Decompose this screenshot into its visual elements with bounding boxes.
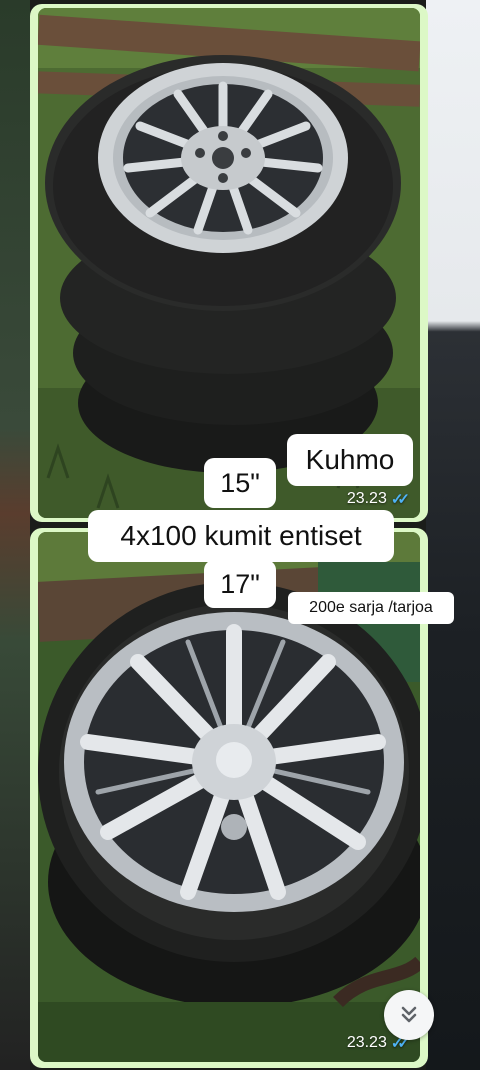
background-edge-right [426,0,480,1070]
price-text: 200e sarja /tarjoa [309,599,433,616]
timestamp-text: 23.23 [346,1034,387,1051]
size-small-text: 15" [220,467,260,498]
background-edge-left [0,0,30,1070]
timestamp-text: 23.23 [346,490,387,507]
chevron-double-down-icon [401,1006,417,1023]
size-large-text: 17" [220,568,260,599]
bolt-pattern-text: 4x100 kumit entiset [120,520,362,551]
overlay-label-size-small: 15" [204,458,276,508]
overlay-label-bolt-pattern: 4x100 kumit entiset [88,510,394,562]
double-check-icon: ✓✓ [390,491,410,508]
message-timestamp: 23.23 ✓✓ [346,1034,410,1052]
scroll-to-bottom-button[interactable] [384,990,434,1040]
overlay-label-brand: Kuhmo [287,434,413,486]
message-timestamp: 23.23 ✓✓ [346,490,410,508]
overlay-label-price: 200e sarja /tarjoa [288,592,454,624]
overlay-label-size-large: 17" [204,560,276,608]
brand-text: Kuhmo [305,444,395,475]
